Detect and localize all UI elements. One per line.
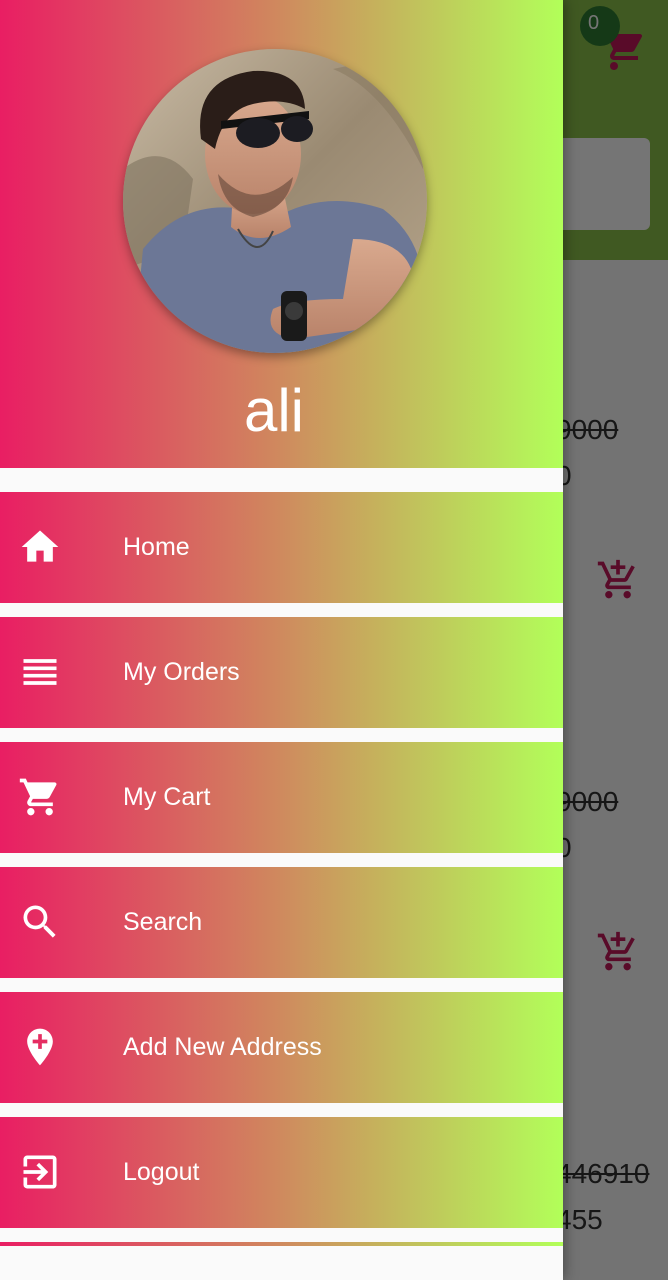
menu-item-label: My Cart	[123, 783, 211, 811]
menu-item-my-orders[interactable]: My Orders	[0, 617, 563, 728]
menu-item-logout[interactable]: Logout	[0, 1117, 563, 1228]
add-location-icon	[18, 1025, 62, 1069]
menu-item-my-cart[interactable]: My Cart	[0, 742, 563, 853]
menu-item-label: Home	[123, 533, 190, 561]
drawer-header: ali	[0, 0, 563, 468]
logout-icon	[18, 1150, 62, 1194]
menu-item-label: Add New Address	[123, 1033, 322, 1061]
home-icon	[18, 525, 62, 569]
menu-item-add-new-address[interactable]: Add New Address	[0, 992, 563, 1103]
user-name: ali	[243, 377, 305, 444]
menu-item-label: My Orders	[123, 658, 240, 686]
menu-item-search[interactable]: Search	[0, 867, 563, 978]
search-icon	[18, 900, 62, 944]
list-icon	[18, 650, 62, 694]
menu-divider	[0, 1242, 563, 1246]
drawer-menu: Home My Orders My Cart Search Add New Ad	[0, 492, 563, 1246]
avatar[interactable]	[123, 49, 427, 353]
navigation-drawer: ali Home My Orders My Cart Search Add Ne…	[0, 0, 563, 1280]
menu-item-label: Search	[123, 908, 203, 936]
menu-item-home[interactable]: Home	[0, 492, 563, 603]
cart-icon	[18, 775, 62, 819]
menu-item-label: Logout	[123, 1158, 200, 1186]
